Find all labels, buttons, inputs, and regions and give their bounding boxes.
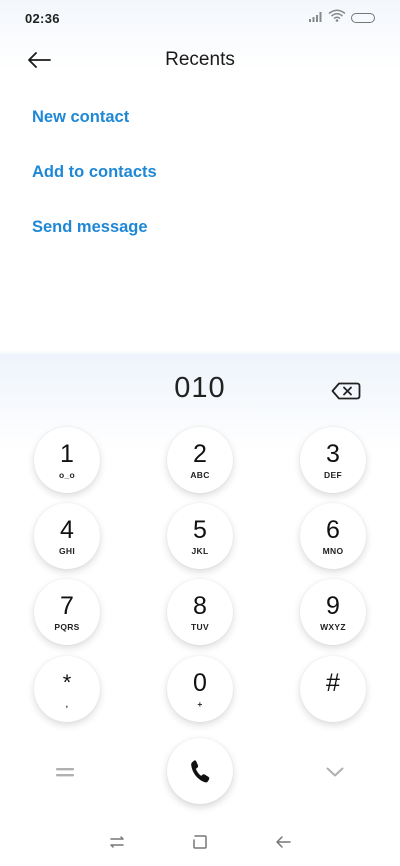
status-time: 02:36	[25, 10, 60, 26]
key-digit: 8	[193, 591, 207, 620]
key-letters: PQRS	[54, 621, 80, 632]
back-nav-button[interactable]	[271, 832, 295, 852]
key-letters: ABC	[190, 469, 210, 480]
key-letters: TUV	[191, 621, 209, 632]
collapse-keypad-button[interactable]	[321, 760, 349, 784]
key-star[interactable]: * ,	[34, 656, 100, 722]
key-digit: #	[326, 668, 340, 697]
system-nav-bar	[0, 826, 400, 858]
battery-icon	[351, 13, 375, 23]
menu-icon	[56, 768, 74, 777]
key-3[interactable]: 3 DEF	[300, 427, 366, 493]
key-digit: 6	[326, 515, 340, 544]
page-title: Recents	[165, 49, 235, 70]
key-letters: MNO	[322, 545, 344, 556]
call-button[interactable]	[167, 738, 233, 804]
key-letters: o_o	[58, 469, 75, 480]
backspace-button[interactable]	[330, 380, 362, 402]
key-digit: 9	[326, 591, 340, 620]
key-digit: 7	[60, 591, 74, 620]
key-letters: JKL	[191, 545, 209, 556]
key-1[interactable]: 1 o_o	[34, 427, 100, 493]
key-digit: 5	[193, 515, 207, 544]
key-2[interactable]: 2 ABC	[167, 427, 233, 493]
back-icon	[276, 836, 291, 848]
key-digit: 1	[60, 439, 74, 468]
key-letters: WXYZ	[320, 621, 346, 632]
home-nav-button[interactable]	[188, 832, 212, 852]
key-5[interactable]: 5 JKL	[167, 503, 233, 569]
key-digit: 3	[326, 439, 340, 468]
key-letters: GHI	[58, 545, 75, 556]
menu-button[interactable]	[50, 760, 80, 784]
key-digit: *	[62, 669, 72, 695]
key-0[interactable]: 0 +	[167, 656, 233, 722]
add-to-contacts-button[interactable]: Add to contacts	[32, 151, 157, 206]
send-message-button[interactable]: Send message	[32, 206, 157, 261]
contact-actions: New contact Add to contacts Send message	[32, 96, 157, 261]
status-bar: 02:36	[0, 0, 400, 36]
phone-icon	[191, 760, 210, 783]
home-icon	[193, 835, 207, 849]
wifi-icon	[328, 9, 346, 27]
key-letters: DEF	[324, 469, 342, 480]
signal-icon	[309, 9, 323, 27]
key-4[interactable]: 4 GHI	[34, 503, 100, 569]
key-digit: 0	[193, 668, 207, 697]
key-hash[interactable]: #	[300, 656, 366, 722]
header: Recents	[0, 40, 400, 80]
key-letters: ,	[65, 698, 69, 709]
new-contact-button[interactable]: New contact	[32, 96, 157, 151]
key-7[interactable]: 7 PQRS	[34, 579, 100, 645]
backspace-icon	[331, 382, 361, 400]
key-digit: 4	[60, 515, 74, 544]
key-letters: +	[197, 698, 203, 709]
back-button[interactable]	[22, 46, 56, 74]
dialer-screen: 02:36 Recents New contact Add to contact…	[0, 0, 400, 866]
arrow-left-icon	[28, 52, 51, 68]
chevron-down-icon	[326, 767, 344, 777]
recents-icon	[110, 836, 124, 848]
key-9[interactable]: 9 WXYZ	[300, 579, 366, 645]
status-icons	[309, 9, 375, 27]
recents-nav-button[interactable]	[105, 832, 129, 852]
key-digit: 2	[193, 439, 207, 468]
key-6[interactable]: 6 MNO	[300, 503, 366, 569]
key-8[interactable]: 8 TUV	[167, 579, 233, 645]
